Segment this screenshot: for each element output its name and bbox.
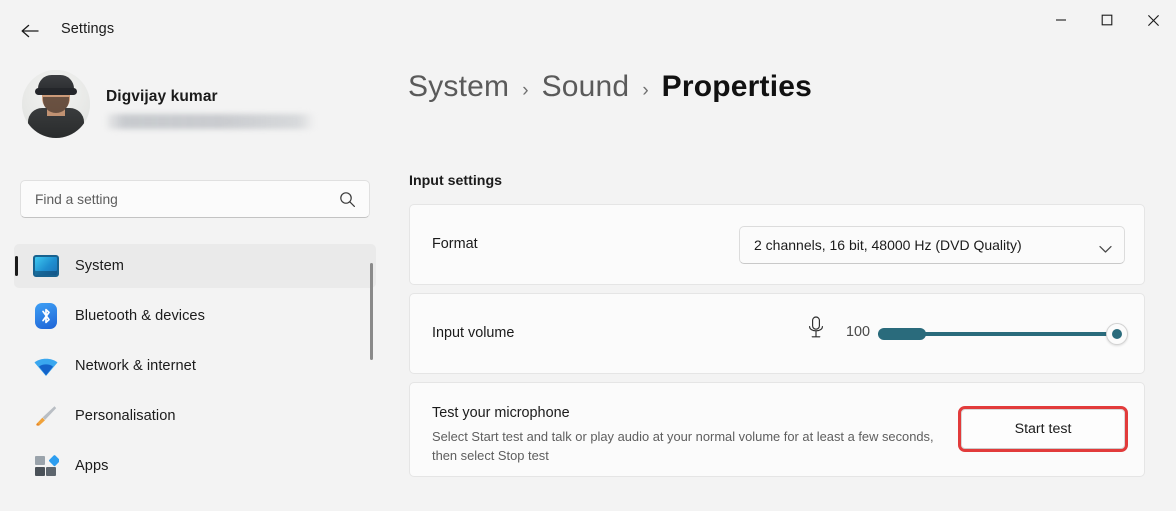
breadcrumb-separator: › xyxy=(642,80,649,101)
close-icon xyxy=(1147,14,1160,27)
close-button[interactable] xyxy=(1130,0,1176,40)
input-volume-card: Input volume 100 xyxy=(409,293,1145,374)
app-title: Settings xyxy=(61,21,115,37)
input-volume-value: 100 xyxy=(846,324,871,340)
profile-name: Digvijay kumar xyxy=(106,88,218,105)
apps-icon xyxy=(33,454,60,478)
format-selected-value: 2 channels, 16 bit, 48000 Hz (DVD Qualit… xyxy=(754,237,1022,253)
content-pane: System › Sound › Properties Input settin… xyxy=(390,48,1176,511)
settings-window: Settings Digvijay kumar Find a setting S… xyxy=(0,0,1176,511)
sidebar-item-label: Apps xyxy=(75,458,109,474)
sidebar-item-bluetooth-devices[interactable]: Bluetooth & devices xyxy=(14,294,376,338)
format-label: Format xyxy=(432,236,478,252)
maximize-button[interactable] xyxy=(1084,0,1130,40)
sidebar: Digvijay kumar System xyxy=(0,48,390,511)
format-dropdown[interactable]: 2 channels, 16 bit, 48000 Hz (DVD Qualit… xyxy=(739,226,1125,264)
monitor-icon xyxy=(33,255,59,277)
window-controls xyxy=(1038,0,1176,40)
title-bar: Settings xyxy=(0,0,1176,48)
sidebar-item-label: Bluetooth & devices xyxy=(75,308,205,324)
test-microphone-card: Test your microphone Select Start test a… xyxy=(409,382,1145,477)
wifi-icon xyxy=(33,356,59,378)
chevron-down-icon xyxy=(1099,241,1112,259)
maximize-icon xyxy=(1101,14,1113,26)
profile-email-blurred xyxy=(107,114,315,129)
bluetooth-icon xyxy=(35,303,57,329)
test-microphone-title: Test your microphone xyxy=(432,405,570,421)
start-test-button[interactable]: Start test xyxy=(961,409,1125,449)
breadcrumb-current-properties: Properties xyxy=(661,70,813,103)
format-card: Format 2 channels, 16 bit, 48000 Hz (DVD… xyxy=(409,204,1145,285)
breadcrumb-item-sound[interactable]: Sound xyxy=(542,70,630,104)
slider-thumb[interactable] xyxy=(1106,323,1128,345)
navigation-list: System Bluetooth & devices Network & int… xyxy=(14,244,376,494)
sidebar-item-personalisation[interactable]: Personalisation xyxy=(14,394,376,438)
microphone-icon xyxy=(806,315,826,346)
search-input[interactable] xyxy=(35,181,325,217)
input-volume-label: Input volume xyxy=(432,325,515,341)
sidebar-item-label: Network & internet xyxy=(75,358,196,374)
avatar xyxy=(22,70,90,138)
section-title-input-settings: Input settings xyxy=(409,173,503,189)
sidebar-item-label: Personalisation xyxy=(75,408,176,424)
search-box[interactable] xyxy=(20,180,370,218)
breadcrumb-item-system[interactable]: System xyxy=(408,70,509,104)
sidebar-item-system[interactable]: System xyxy=(14,244,376,288)
sidebar-scrollbar-thumb[interactable] xyxy=(370,263,373,360)
paintbrush-icon xyxy=(33,403,59,429)
sidebar-item-apps[interactable]: Apps xyxy=(14,444,376,488)
back-button[interactable] xyxy=(14,16,46,46)
breadcrumb: System › Sound › Properties xyxy=(408,70,812,104)
minimize-icon xyxy=(1055,14,1067,26)
audio-level-meter xyxy=(878,328,926,340)
search-icon xyxy=(339,191,356,213)
input-volume-slider[interactable] xyxy=(878,323,1128,345)
breadcrumb-separator: › xyxy=(522,80,529,101)
user-profile[interactable]: Digvijay kumar xyxy=(22,70,352,144)
sidebar-item-network-internet[interactable]: Network & internet xyxy=(14,344,376,388)
sidebar-scrollbar[interactable] xyxy=(370,263,373,453)
back-arrow-icon xyxy=(20,23,40,39)
sidebar-item-label: System xyxy=(75,258,124,274)
minimize-button[interactable] xyxy=(1038,0,1084,40)
test-microphone-description: Select Start test and talk or play audio… xyxy=(432,429,934,463)
